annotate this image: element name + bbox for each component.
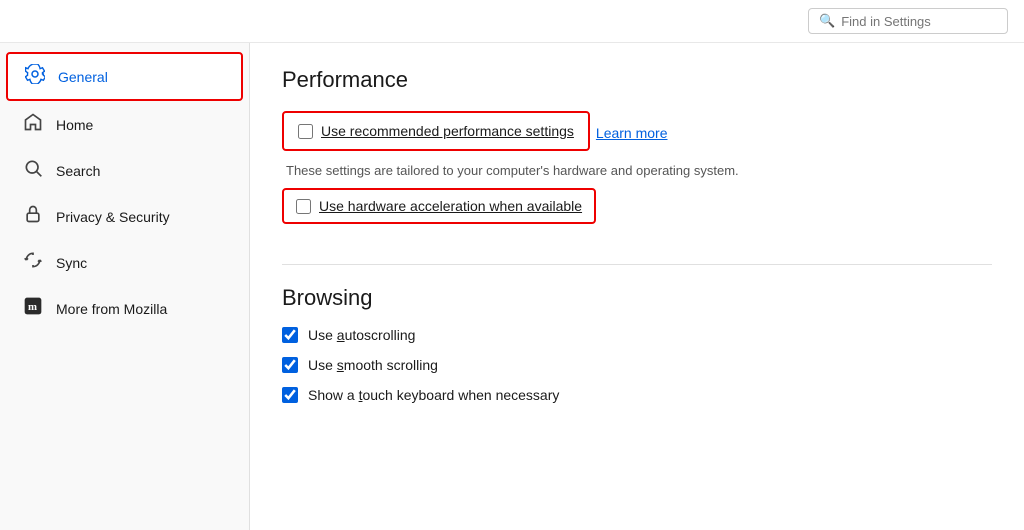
sidebar-item-general[interactable]: General: [6, 52, 243, 101]
sidebar-item-search-label: Search: [56, 163, 100, 179]
browsing-item-autoscrolling: Use autoscrolling: [282, 327, 992, 343]
sidebar-item-sync-label: Sync: [56, 255, 87, 271]
smooth-scrolling-label: Use smooth scrolling: [308, 357, 438, 373]
autoscrolling-label: Use autoscrolling: [308, 327, 415, 343]
performance-description: These settings are tailored to your comp…: [286, 163, 992, 178]
hw-accel-label[interactable]: Use hardware acceleration when available: [296, 198, 582, 214]
hw-accel-box: Use hardware acceleration when available: [282, 188, 596, 224]
find-in-settings-input[interactable]: [841, 14, 997, 29]
touch-keyboard-checkbox[interactable]: [282, 387, 298, 403]
recommended-performance-box: Use recommended performance settings: [282, 111, 590, 151]
sidebar-item-more-mozilla[interactable]: m More from Mozilla: [6, 286, 243, 331]
performance-section-title: Performance: [282, 67, 992, 93]
section-divider: [282, 264, 992, 265]
main-content: Performance Use recommended performance …: [250, 43, 1024, 530]
gear-icon: [24, 64, 46, 89]
lock-icon: [22, 204, 44, 229]
hw-accel-checkbox[interactable]: [296, 199, 311, 214]
smooth-scrolling-checkbox[interactable]: [282, 357, 298, 373]
sidebar-item-general-label: General: [58, 69, 108, 85]
recommended-performance-checkbox[interactable]: [298, 124, 313, 139]
search-icon: [22, 158, 44, 183]
browsing-item-touch-keyboard: Show a touch keyboard when necessary: [282, 387, 992, 403]
sidebar-item-privacy-security[interactable]: Privacy & Security: [6, 194, 243, 239]
find-in-settings-box[interactable]: 🔍: [808, 8, 1008, 34]
sidebar: General Home Search: [0, 43, 250, 530]
recommended-performance-text: Use recommended performance settings: [321, 123, 574, 139]
sidebar-item-more-mozilla-label: More from Mozilla: [56, 301, 167, 317]
sidebar-item-home[interactable]: Home: [6, 102, 243, 147]
main-layout: General Home Search: [0, 43, 1024, 530]
sync-icon: [22, 250, 44, 275]
browsing-section-title: Browsing: [282, 285, 992, 311]
browsing-item-smooth-scrolling: Use smooth scrolling: [282, 357, 992, 373]
sidebar-item-privacy-security-label: Privacy & Security: [56, 209, 170, 225]
search-icon: 🔍: [819, 13, 835, 29]
sidebar-item-home-label: Home: [56, 117, 93, 133]
autoscrolling-checkbox[interactable]: [282, 327, 298, 343]
sidebar-item-sync[interactable]: Sync: [6, 240, 243, 285]
mozilla-icon: m: [22, 296, 44, 321]
recommended-performance-label[interactable]: Use recommended performance settings: [298, 123, 574, 139]
touch-keyboard-label: Show a touch keyboard when necessary: [308, 387, 559, 403]
learn-more-link[interactable]: Learn more: [596, 125, 668, 141]
recommended-performance-row: Use recommended performance settings Lea…: [282, 111, 992, 155]
home-icon: [22, 112, 44, 137]
topbar: 🔍: [0, 0, 1024, 43]
sidebar-item-search[interactable]: Search: [6, 148, 243, 193]
hw-accel-text: Use hardware acceleration when available: [319, 198, 582, 214]
svg-text:m: m: [28, 301, 37, 313]
